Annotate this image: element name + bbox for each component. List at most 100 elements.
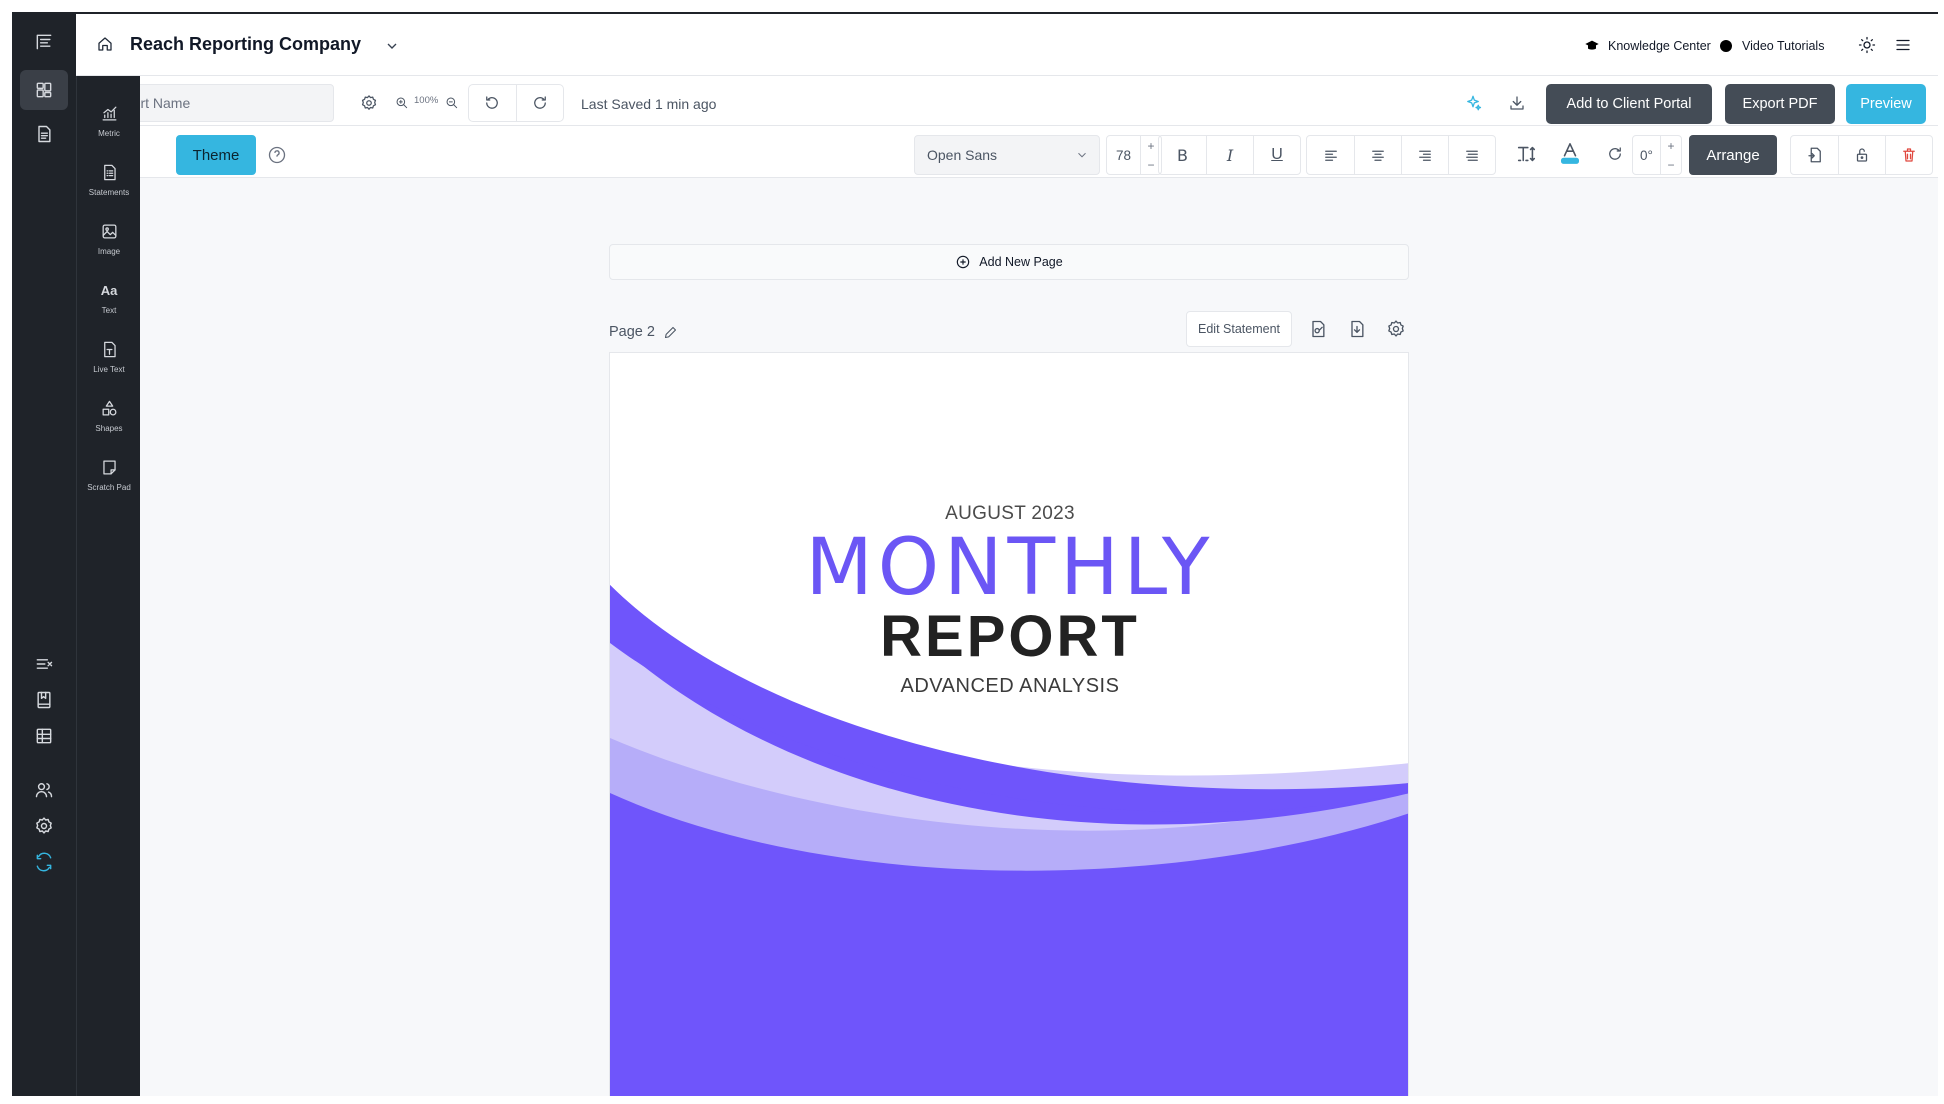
report-title-line-2: REPORT [880,604,1140,669]
font-size-value[interactable]: 78 [1107,136,1141,174]
ai-sparkle-icon[interactable] [1462,92,1484,114]
panel-item-label: Image [97,247,121,256]
font-family-select[interactable]: Open Sans [914,135,1100,175]
report-title-line-1: MONTHLY [805,523,1215,613]
knowledge-center-link[interactable]: Knowledge Center [1584,38,1711,54]
app-window: Reach Reporting Company Knowledge Center… [12,12,1938,1096]
page-settings-gear-icon[interactable] [1386,319,1406,339]
export-pdf-button[interactable]: Export PDF [1725,84,1835,124]
edit-statement-button[interactable]: Edit Statement [1186,311,1292,347]
rotate-icon[interactable] [1604,143,1626,165]
sun-icon[interactable] [1858,36,1876,54]
chevron-down-icon [1075,148,1089,162]
add-to-client-portal-button[interactable]: Add to Client Portal [1546,84,1712,124]
bold-button[interactable]: B [1159,136,1206,174]
chevron-down-icon[interactable] [384,38,400,54]
elements-panel: Metric Statements Image Aa Text Live Tex… [76,76,140,1096]
panel-item-live-text[interactable]: Live Text [77,336,141,386]
duplicate-page-icon[interactable] [1791,136,1838,174]
dashboard-icon[interactable] [20,70,68,110]
panel-item-label: Live Text [93,365,125,374]
knowledge-center-label: Knowledge Center [1608,39,1711,53]
panel-item-label: Scratch Pad [87,483,131,492]
panel-item-label: Text [101,306,117,315]
panel-item-label: Statements [88,188,130,197]
report-settings-gear-icon[interactable] [358,92,380,114]
live-text-icon [103,341,116,358]
align-left-icon[interactable] [1307,136,1354,174]
company-name: Reach Reporting Company [130,34,362,54]
add-new-page-button[interactable]: Add New Page [609,244,1409,280]
download-icon[interactable] [1506,92,1528,114]
video-tutorials-label: Video Tutorials [1742,39,1825,53]
sync-icon[interactable] [20,842,68,882]
alignment-group [1306,135,1496,175]
theme-button[interactable]: Theme [176,135,256,175]
rotation-increase-button[interactable]: + [1661,136,1681,155]
text-height-icon[interactable] [1514,142,1538,166]
redo-icon[interactable] [515,85,563,121]
users-icon[interactable] [20,770,68,810]
bookmark-book-icon[interactable] [20,680,68,720]
top-header: Reach Reporting Company Knowledge Center… [76,14,1938,76]
page-link-icon[interactable] [1308,319,1328,339]
page-title: Page 2 [609,324,678,340]
rotation-value[interactable]: 0° [1633,136,1661,174]
unlock-icon[interactable] [1838,136,1885,174]
shapes-icon [102,400,116,416]
play-circle-icon [1720,40,1732,52]
italic-button[interactable]: I [1206,136,1253,174]
format-toolbar: Theme Open Sans 78 + − B I U 0° + − Arra… [140,126,1938,178]
element-actions-group [1790,135,1933,175]
reports-icon[interactable] [20,114,68,154]
panel-item-shapes[interactable]: Shapes [77,395,141,445]
statement-icon [103,164,116,181]
align-right-icon[interactable] [1401,136,1448,174]
settings-gear-icon[interactable] [20,806,68,846]
wave-background-graphic [610,585,1408,1096]
home-icon[interactable] [96,35,114,53]
report-subtitle: ADVANCED ANALYSIS [900,675,1120,697]
font-size-stepper[interactable]: 78 + − [1106,135,1162,175]
graduation-cap-icon [1585,40,1599,50]
undo-redo-group [468,84,564,122]
panel-item-statements[interactable]: Statements [77,159,141,209]
panel-item-image[interactable]: Image [77,218,141,268]
table-icon[interactable] [20,716,68,756]
underline-button[interactable]: U [1253,136,1300,174]
add-new-page-label: Add New Page [979,255,1063,269]
undo-icon[interactable] [469,85,516,121]
pencil-edit-icon[interactable] [663,325,678,340]
hamburger-menu-icon[interactable] [1894,36,1912,54]
panel-item-metric[interactable]: Metric [77,100,141,150]
left-rail [12,14,76,1096]
help-question-icon[interactable] [267,145,287,165]
preview-button[interactable]: Preview [1846,84,1926,124]
font-family-value: Open Sans [927,147,998,163]
chart-icon [102,106,116,121]
panel-item-label: Shapes [95,424,123,433]
rotation-stepper[interactable]: 0° + − [1632,135,1682,175]
menu-toggle-icon[interactable] [20,22,68,62]
report-page[interactable]: AUGUST 2023 MONTHLY REPORT ADVANCED ANAL… [609,352,1409,1096]
last-saved-status: Last Saved 1 min ago [581,96,717,112]
panel-item-label: Metric [98,129,120,138]
page-name: Page 2 [609,324,655,340]
zoom-out-icon[interactable] [444,95,460,111]
arrange-button[interactable]: Arrange [1689,135,1777,175]
video-tutorials-link[interactable]: Video Tutorials [1718,38,1824,54]
panel-item-scratch-pad[interactable]: Scratch Pad [77,454,141,504]
clear-format-icon[interactable] [20,644,68,684]
align-center-icon[interactable] [1354,136,1401,174]
report-toolbar: 100% Last Saved 1 min ago Add to Client … [76,76,1938,126]
zoom-level: 100% [414,95,439,106]
align-justify-icon[interactable] [1448,136,1495,174]
text-style-group: B I U [1158,135,1301,175]
page-download-icon[interactable] [1347,319,1367,339]
panel-item-text[interactable]: Aa Text [77,277,141,327]
zoom-in-icon[interactable] [394,95,410,111]
rotation-decrease-button[interactable]: − [1661,155,1681,174]
report-date: AUGUST 2023 [945,503,1075,524]
font-color-icon[interactable] [1558,140,1582,166]
trash-icon[interactable] [1885,136,1932,174]
